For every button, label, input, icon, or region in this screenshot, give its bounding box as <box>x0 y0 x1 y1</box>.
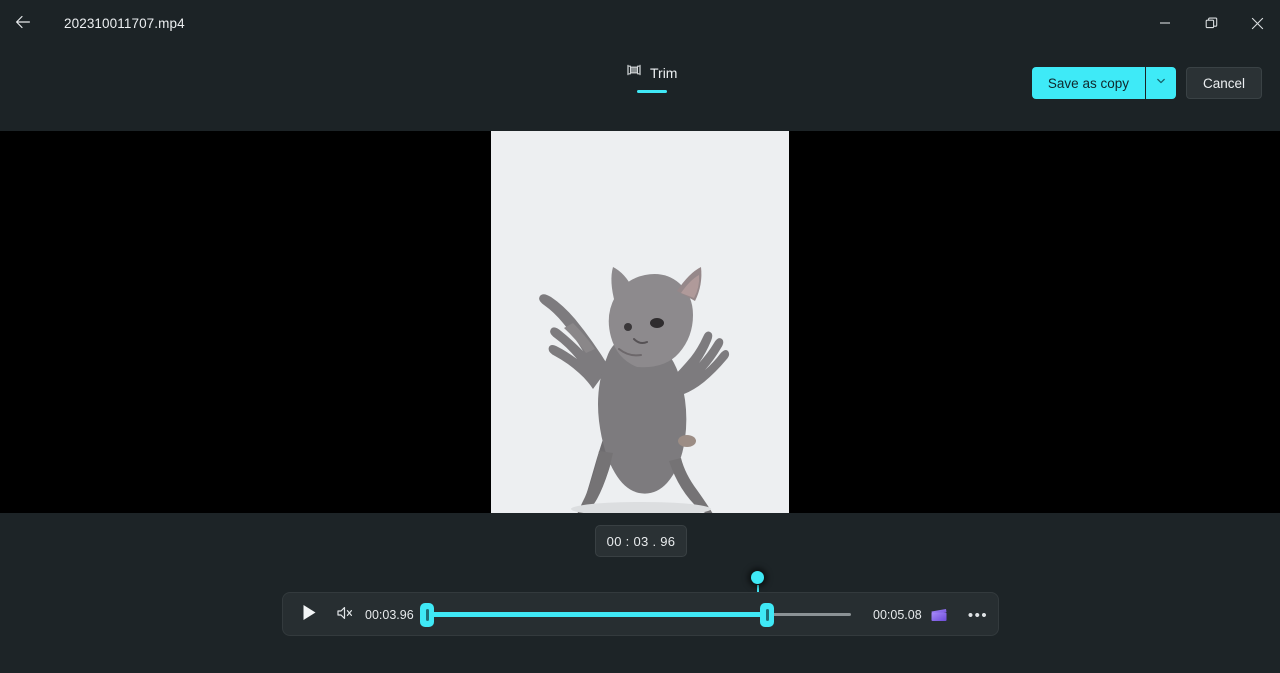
save-as-copy-button[interactable]: Save as copy <box>1031 67 1146 99</box>
close-icon <box>1251 17 1264 30</box>
minimize-button[interactable] <box>1142 0 1188 46</box>
restore-icon <box>1205 17 1218 30</box>
window-title: 202310011707.mp4 <box>64 15 185 31</box>
close-button[interactable] <box>1234 0 1280 46</box>
mute-button[interactable] <box>329 599 361 631</box>
player-controls-bar: 00:03.96 00:05.08 ••• <box>282 592 999 636</box>
play-icon <box>302 604 317 626</box>
playhead-handle[interactable] <box>751 571 764 584</box>
window-controls <box>1142 0 1280 46</box>
tab-trim[interactable]: Trim <box>620 62 683 93</box>
restore-button[interactable] <box>1188 0 1234 46</box>
more-options-button[interactable]: ••• <box>963 599 993 631</box>
duration-label: 00:05.08 <box>873 608 922 622</box>
tab-trim-label: Trim <box>650 64 678 81</box>
current-time-bubble: 00 : 03 . 96 <box>595 525 687 557</box>
video-frame-image <box>491 131 789 513</box>
trim-end-handle[interactable] <box>760 603 774 627</box>
back-button[interactable] <box>6 5 40 39</box>
video-stage <box>0 131 1280 513</box>
minimize-icon <box>1159 17 1171 29</box>
current-time-label: 00:03.96 <box>365 608 414 622</box>
action-buttons: Save as copy Cancel <box>1031 67 1262 99</box>
title-bar: 202310011707.mp4 <box>0 0 1280 46</box>
tab-selected-indicator <box>636 90 667 93</box>
save-options-dropdown-button[interactable] <box>1145 67 1176 99</box>
tab-trim-content: Trim <box>626 62 677 83</box>
trim-start-handle[interactable] <box>420 603 434 627</box>
cancel-button[interactable]: Cancel <box>1185 67 1262 99</box>
video-editor-window: 202310011707.mp4 Trim Save as copy Cance… <box>0 0 1280 673</box>
command-bar: Trim Save as copy Cancel Save <box>0 46 1280 187</box>
save-as-copy-split-button: Save as copy <box>1031 67 1176 99</box>
video-clip-icon[interactable] <box>929 605 949 625</box>
timeline-selection-range[interactable] <box>426 612 766 617</box>
trim-start-grip <box>425 609 429 621</box>
video-frame[interactable] <box>491 131 789 513</box>
arrow-left-icon <box>14 13 32 31</box>
chevron-down-icon <box>1155 74 1167 92</box>
speaker-mute-icon <box>336 605 354 626</box>
play-button[interactable] <box>293 599 325 631</box>
trim-icon <box>626 62 642 83</box>
trim-end-grip <box>765 609 769 621</box>
